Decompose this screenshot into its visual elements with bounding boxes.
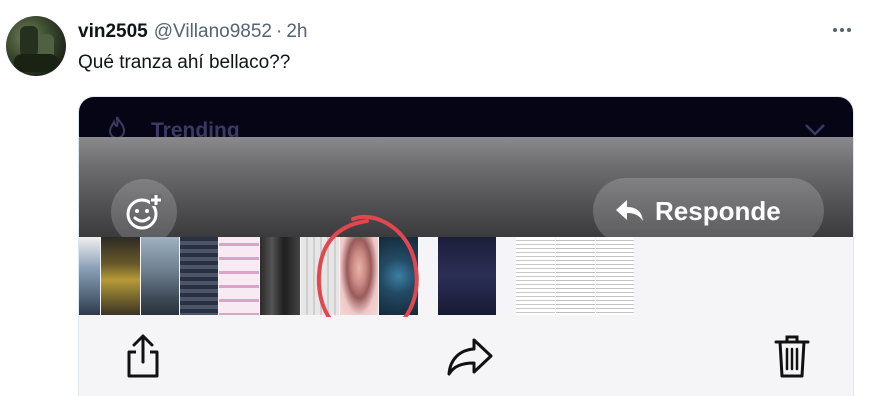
user-handle[interactable]: @Villano9852 <box>154 21 272 43</box>
avatar[interactable] <box>6 16 66 76</box>
photo-thumbnail[interactable] <box>101 237 140 315</box>
photo-thumbnail[interactable] <box>219 237 259 315</box>
tweet-media-image[interactable]: Trending Responde <box>78 96 854 396</box>
photo-thumbnail[interactable] <box>260 237 300 315</box>
add-reaction-icon <box>126 194 162 230</box>
reply-label: Responde <box>655 195 781 226</box>
photo-thumbnail[interactable] <box>596 237 634 315</box>
reply-button[interactable]: Responde <box>593 178 824 244</box>
reply-arrow-icon <box>616 200 643 221</box>
more-horizontal-icon[interactable] <box>827 18 857 42</box>
share-icon[interactable] <box>123 333 163 379</box>
photo-thumbnail[interactable] <box>516 237 555 315</box>
photo-thumbnail[interactable] <box>141 237 179 315</box>
trending-banner: Trending <box>79 97 853 142</box>
tweet-text: Qué tranza ahí bellaco?? <box>78 52 291 73</box>
photo-thumbnail[interactable] <box>180 237 218 315</box>
display-name[interactable]: vin2505 <box>78 21 148 43</box>
reply-overlay-bar: Responde <box>79 137 853 245</box>
trash-icon[interactable] <box>772 333 812 379</box>
tweet-header: vin2505 @Villano9852 · 2h <box>78 20 307 44</box>
add-reaction-button[interactable] <box>111 179 177 245</box>
photo-thumbnail[interactable] <box>79 237 100 315</box>
photo-thumbnail[interactable] <box>556 237 595 315</box>
photo-thumbnail[interactable] <box>438 237 496 315</box>
timestamp[interactable]: 2h <box>286 21 307 43</box>
separator: · <box>275 21 283 42</box>
photo-thumbnail-strip <box>79 237 853 317</box>
forward-icon[interactable] <box>445 333 495 379</box>
photo-action-bar <box>79 317 853 396</box>
